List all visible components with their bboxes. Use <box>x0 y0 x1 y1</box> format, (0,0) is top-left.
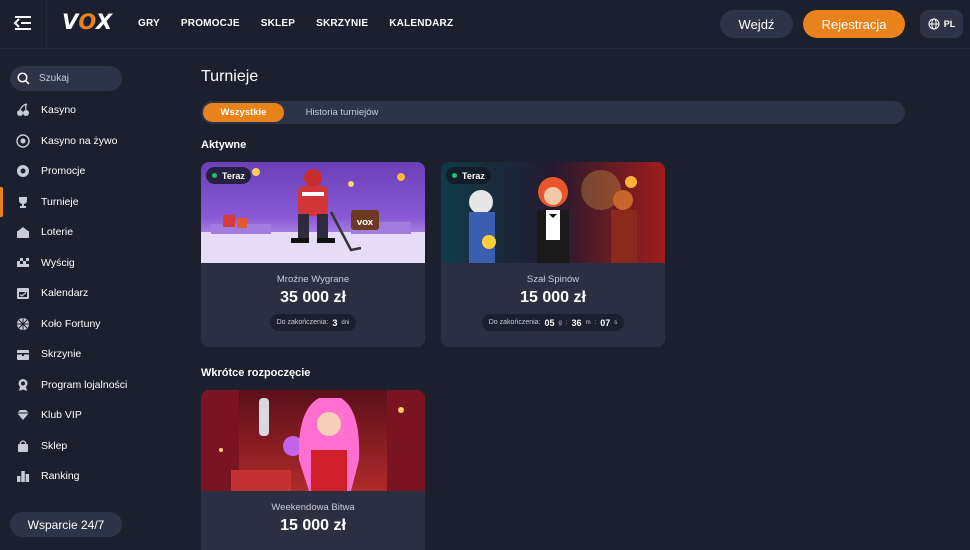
globe-icon <box>928 18 940 30</box>
nav-skrzynie[interactable]: SKRZYNIE <box>316 18 368 29</box>
nav-gry[interactable]: GRY <box>138 18 160 29</box>
sidebar-item-label: Sklep <box>41 440 68 452</box>
tab-history[interactable]: Historia turniejów <box>297 103 387 122</box>
tournament-card[interactable]: Teraz Szał Spinów 15 000 zł Do zakończen… <box>441 162 665 347</box>
sidebar-item-label: Program lojalności <box>41 379 128 391</box>
sidebar-item-label: Skrzynie <box>41 348 82 360</box>
tournament-image-weekend <box>201 390 425 491</box>
countdown-label: Do zakończenia: <box>276 319 329 326</box>
header-divider <box>46 0 47 49</box>
language-label: PL <box>943 19 956 29</box>
sidebar-item-label: Koło Fortuny <box>41 318 101 330</box>
menu-toggle-icon[interactable] <box>13 13 33 33</box>
sidebar-item-program-lojalnosci[interactable]: Program lojalności <box>0 373 137 397</box>
sidebar-item-klub-vip[interactable]: Klub VIP <box>0 403 137 427</box>
tournament-tabs: Wszystkie Historia turniejów <box>201 101 905 124</box>
tab-all[interactable]: Wszystkie <box>203 103 284 122</box>
register-button[interactable]: Rejestracja <box>803 10 905 38</box>
diamond-icon <box>16 408 30 422</box>
sidebar-item-kolo-fortuny[interactable]: Koło Fortuny <box>0 312 137 336</box>
tournament-card[interactable]: VOX Teraz Mroźne Wygrane 35 000 zł Do za… <box>201 162 425 347</box>
search-box[interactable] <box>10 66 122 91</box>
roulette-icon <box>16 134 30 148</box>
page-title: Turnieje <box>201 68 259 85</box>
badge-label: Teraz <box>222 170 245 181</box>
countdown-timer: Do zakończenia: 3 dni <box>269 314 357 331</box>
live-badge: Teraz <box>206 167 251 184</box>
trophy-icon <box>16 195 30 209</box>
countdown-days-unit: dni <box>341 319 350 326</box>
sidebar-item-turnieje[interactable]: Turnieje <box>0 187 137 217</box>
countdown-minutes-unit: m <box>585 319 591 326</box>
countdown-seconds-unit: s <box>614 319 618 326</box>
top-header: VOX GRY PROMOCJE SKLEP SKRZYNIE KALENDAR… <box>0 0 970 49</box>
svg-text:VOX: VOX <box>357 219 374 227</box>
countdown-separator: : <box>594 319 597 326</box>
search-input[interactable] <box>39 73 109 84</box>
sidebar-item-ranking[interactable]: Ranking <box>0 464 137 488</box>
chest-icon <box>16 347 30 361</box>
countdown-hours: 05 <box>544 317 555 328</box>
sidebar-item-label: Wyścig <box>41 257 75 269</box>
countdown-label: Do zakończenia: <box>488 319 541 326</box>
calendar-icon <box>16 286 30 300</box>
lottery-icon <box>16 225 30 239</box>
vox-logo[interactable]: VOX <box>62 10 113 34</box>
badge-label: Teraz <box>462 170 485 181</box>
tournament-card[interactable]: Weekendowa Bitwa 15 000 zł <box>201 390 425 550</box>
tournament-image-spins: Teraz <box>441 162 665 263</box>
cherry-icon <box>16 103 30 117</box>
tournament-prize: 15 000 zł <box>280 517 346 534</box>
nav-sklep[interactable]: SKLEP <box>261 18 295 29</box>
tournament-name: Weekendowa Bitwa <box>271 502 355 513</box>
sidebar-item-sklep[interactable]: Sklep <box>0 434 137 458</box>
sidebar-item-label: Klub VIP <box>41 409 82 421</box>
sidebar-item-promocje[interactable]: Promocje <box>0 159 137 183</box>
support-button[interactable]: Wsparcie 24/7 <box>10 512 122 537</box>
sidebar-item-kasyno[interactable]: Kasyno <box>0 98 137 122</box>
tournament-prize: 15 000 zł <box>520 289 586 306</box>
countdown-separator: : <box>565 319 568 326</box>
sidebar-item-kalendarz[interactable]: Kalendarz <box>0 281 137 305</box>
section-active-title: Aktywne <box>201 139 247 151</box>
tournament-prize: 35 000 zł <box>280 289 346 306</box>
section-upcoming-title: Wkrótce rozpoczęcie <box>201 367 311 379</box>
flag-icon <box>16 256 30 270</box>
countdown-seconds: 07 <box>600 317 611 328</box>
sidebar-item-label: Loterie <box>41 226 74 238</box>
sidebar-item-label: Promocje <box>41 165 86 177</box>
sidebar-item-label: Kasyno na żywo <box>41 135 118 147</box>
countdown-timer: Do zakończenia: 05 g : 36 m : 07 s <box>481 314 625 331</box>
tournament-name: Szał Spinów <box>526 274 580 285</box>
sidebar-item-wyscig[interactable]: Wyścig <box>0 251 137 275</box>
language-selector[interactable]: PL <box>920 10 963 38</box>
sidebar-item-skrzynie[interactable]: Skrzynie <box>0 342 137 366</box>
sidebar-item-loterie[interactable]: Loterie <box>0 220 137 244</box>
nav-kalendarz[interactable]: KALENDARZ <box>389 18 453 29</box>
sidebar-item-kasyno-na-zywo[interactable]: Kasyno na żywo <box>0 129 137 153</box>
countdown-minutes: 36 <box>571 317 582 328</box>
sidebar-item-label: Turnieje <box>41 196 79 208</box>
live-badge: Teraz <box>446 167 491 184</box>
ranking-icon <box>16 469 30 483</box>
main-nav: GRY PROMOCJE SKLEP SKRZYNIE KALENDARZ <box>138 18 453 29</box>
medal-icon <box>16 378 30 392</box>
search-icon <box>17 72 30 85</box>
tournament-name: Mroźne Wygrane <box>276 274 350 285</box>
nav-promocje[interactable]: PROMOCJE <box>181 18 240 29</box>
sidebar-item-label: Ranking <box>41 470 80 482</box>
tournament-image-hockey: VOX Teraz <box>201 162 425 263</box>
bag-icon <box>16 439 30 453</box>
countdown-days: 3 <box>332 317 338 328</box>
gift-icon <box>16 164 30 178</box>
sidebar-item-label: Kasyno <box>41 104 77 116</box>
live-dot-icon <box>212 173 217 178</box>
login-button[interactable]: Wejdź <box>720 10 793 38</box>
countdown-hours-unit: g <box>558 319 562 326</box>
wheel-icon <box>16 317 30 331</box>
sidebar: Kasyno Kasyno na żywo Promocje Turnieje … <box>0 49 137 550</box>
live-dot-icon <box>452 173 457 178</box>
sidebar-item-label: Kalendarz <box>41 287 89 299</box>
